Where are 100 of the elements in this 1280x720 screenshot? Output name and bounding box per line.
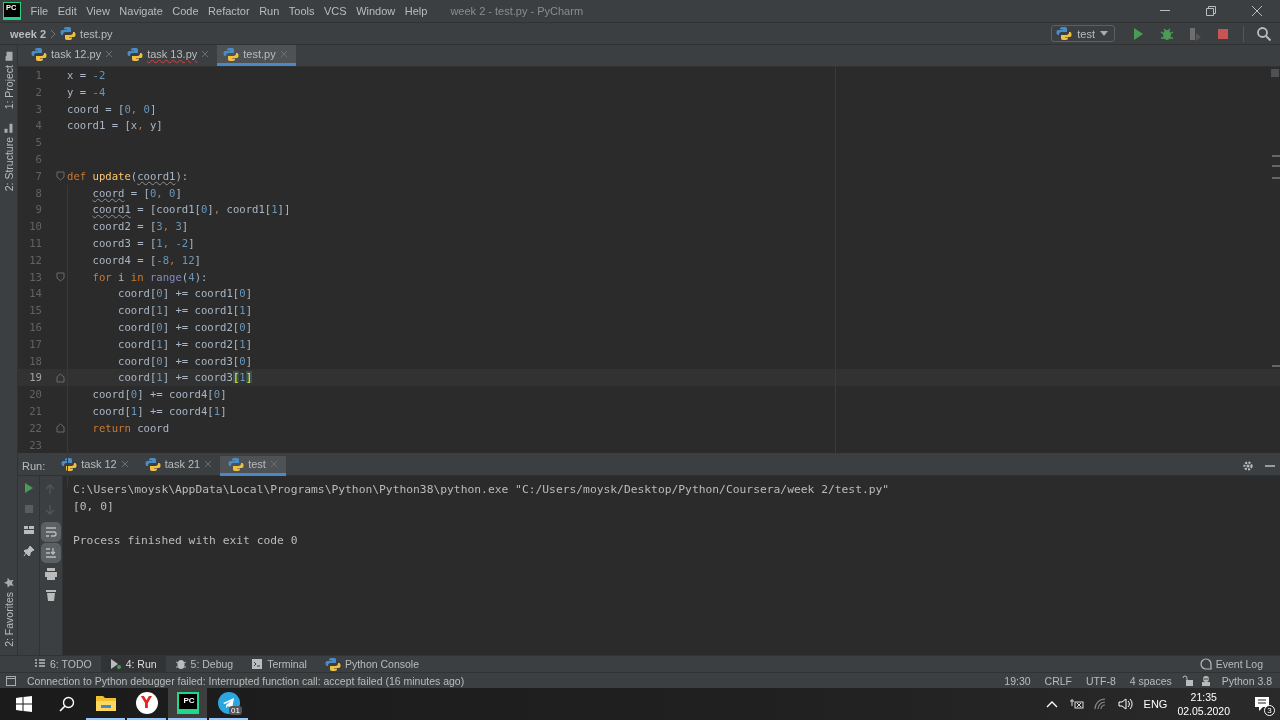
line-number: 13	[28, 269, 42, 285]
panel-title: Run:	[22, 459, 46, 472]
status-message[interactable]: Connection to Python debugger failed: Interrupted function call: accept failed (16 minutes ago)	[23, 674, 469, 687]
status-message-icon	[5, 674, 17, 687]
line-number: 4	[34, 118, 42, 134]
editor-tab[interactable]: task 12.py	[25, 45, 122, 66]
line-number: 9	[34, 202, 42, 218]
tool-window-tab[interactable]: 1: Project	[2, 65, 15, 110]
tool-window-tab[interactable]: Python Console	[315, 656, 429, 672]
run-tab[interactable]: task 21	[136, 455, 221, 476]
speaker-icon[interactable]	[1117, 698, 1134, 710]
restore-icon[interactable]	[1205, 5, 1217, 17]
taskbar-app[interactable]: 01	[209, 688, 248, 720]
python-icon	[228, 456, 245, 472]
menu-item[interactable]: Edit	[53, 5, 82, 17]
code-line: x = -2	[67, 68, 106, 83]
console-line: [0, 0]	[73, 499, 115, 515]
tool-window-tab[interactable]: Terminal	[242, 656, 316, 672]
print-icon[interactable]	[44, 566, 58, 581]
line-number: 3	[34, 101, 42, 117]
windows-icon[interactable]	[16, 696, 32, 712]
status-item[interactable]: CRLF	[1040, 674, 1076, 687]
editor-tab[interactable]: task 13.py	[121, 45, 218, 66]
close-icon[interactable]	[1251, 5, 1263, 17]
code-line: coord[0] += coord3[0]	[117, 353, 253, 369]
scroll-to-end-icon[interactable]	[44, 545, 58, 560]
menu-item[interactable]: VCS	[319, 5, 352, 17]
clock-date[interactable]: 02.05.2020	[1177, 704, 1230, 718]
interpreter-status[interactable]: Python 3.8	[1217, 674, 1276, 687]
tool-window-tab[interactable]: 6: TODO	[25, 656, 101, 672]
notification-count: 3	[1264, 705, 1275, 716]
menu-item[interactable]: Tools	[284, 5, 320, 17]
menu-item[interactable]: Window	[351, 5, 401, 17]
menu-item[interactable]: Run	[254, 5, 285, 17]
bug-icon[interactable]	[1159, 25, 1175, 42]
pin-icon[interactable]	[22, 545, 35, 557]
star-icon	[3, 578, 14, 589]
clock-time[interactable]: 21:35	[1190, 690, 1217, 704]
tool-window-tab[interactable]: 5: Debug	[165, 656, 243, 672]
line-number: 17	[28, 336, 42, 352]
line-number: 22	[28, 420, 42, 436]
run-tab[interactable]: test	[220, 455, 286, 476]
wrap-icon[interactable]	[44, 524, 58, 539]
code-line: coord1 = [x, y]	[67, 118, 163, 134]
search-icon[interactable]	[59, 696, 75, 712]
tool-window-tab[interactable]: 4: Run	[100, 656, 166, 672]
inspector-icon[interactable]	[1199, 674, 1212, 687]
coverage-icon[interactable]	[1187, 25, 1203, 42]
taskbar-app[interactable]: Y	[127, 688, 166, 720]
bug-icon	[174, 658, 187, 670]
folder-icon	[94, 694, 117, 712]
chevron-icon	[50, 28, 57, 39]
code-line: coord[0] += coord2[0]	[117, 319, 253, 335]
breadcrumb-item[interactable]: test.py	[80, 27, 113, 40]
event-log-button[interactable]: Event Log	[1190, 656, 1272, 672]
code-line: coord[1] += coord2[1]	[117, 336, 253, 352]
menu-item[interactable]: Help	[400, 5, 433, 17]
status-item[interactable]: 4 spaces	[1125, 674, 1176, 687]
line-number: 15	[28, 303, 42, 319]
line-number: 1	[34, 68, 42, 83]
tool-window-tab[interactable]: 2: Structure	[2, 137, 15, 192]
network-icon[interactable]	[1067, 698, 1084, 710]
chevron-up-icon[interactable]	[1045, 700, 1058, 708]
notification-icon[interactable]	[1254, 696, 1270, 712]
menu-item[interactable]: Refactor	[203, 5, 255, 17]
window-title: week 2 - test.py - PyCharm	[450, 5, 584, 17]
language-indicator[interactable]: ENG	[1143, 698, 1168, 710]
code-line: y = -4	[67, 84, 106, 100]
lock-icon[interactable]	[1181, 674, 1194, 687]
wifi-icon[interactable]	[1093, 698, 1108, 710]
fold-icon[interactable]	[56, 271, 65, 282]
line-number: 19	[28, 370, 42, 386]
fold-icon[interactable]	[56, 423, 65, 434]
line-number: 20	[28, 387, 42, 403]
menu-item[interactable]: Code	[167, 5, 204, 17]
python-icon	[1056, 26, 1073, 41]
tool-window-tab[interactable]: 2: Favorites	[2, 592, 15, 647]
menu-item[interactable]: Navigate	[114, 5, 168, 17]
trash-icon[interactable]	[44, 587, 58, 602]
fold-icon[interactable]	[56, 171, 65, 182]
code-line: coord = [0, 0]	[91, 185, 182, 201]
fold-icon[interactable]	[56, 372, 65, 383]
code-line: coord3 = [1, -2]	[91, 235, 195, 251]
layout-icon[interactable]	[22, 524, 35, 536]
breadcrumb-item[interactable]: week 2	[10, 27, 47, 40]
menu-item[interactable]: File	[26, 5, 54, 17]
code-line: return coord	[91, 420, 170, 436]
menu-item[interactable]: View	[81, 5, 115, 17]
line-number: 12	[28, 252, 42, 268]
status-item[interactable]: UTF-8	[1082, 674, 1120, 687]
list-icon	[34, 658, 46, 670]
run-icon[interactable]	[22, 482, 35, 494]
editor-tab[interactable]: test.py	[217, 45, 296, 66]
run-tab[interactable]: task 12	[53, 455, 137, 476]
run-config-dropdown[interactable]: test	[1051, 25, 1115, 42]
settings-icon[interactable]	[1242, 459, 1254, 472]
taskbar-app[interactable]: PC	[168, 688, 207, 720]
code-line: for i in range(4):	[91, 269, 208, 285]
console-line: C:\Users\moysk\AppData\Local\Programs\Python\Python38\python.exe "C:/Users/moysk/Desktop/Python/Coursera/week 2/test.py"	[73, 482, 891, 498]
status-item[interactable]: 19:30	[1000, 674, 1035, 687]
